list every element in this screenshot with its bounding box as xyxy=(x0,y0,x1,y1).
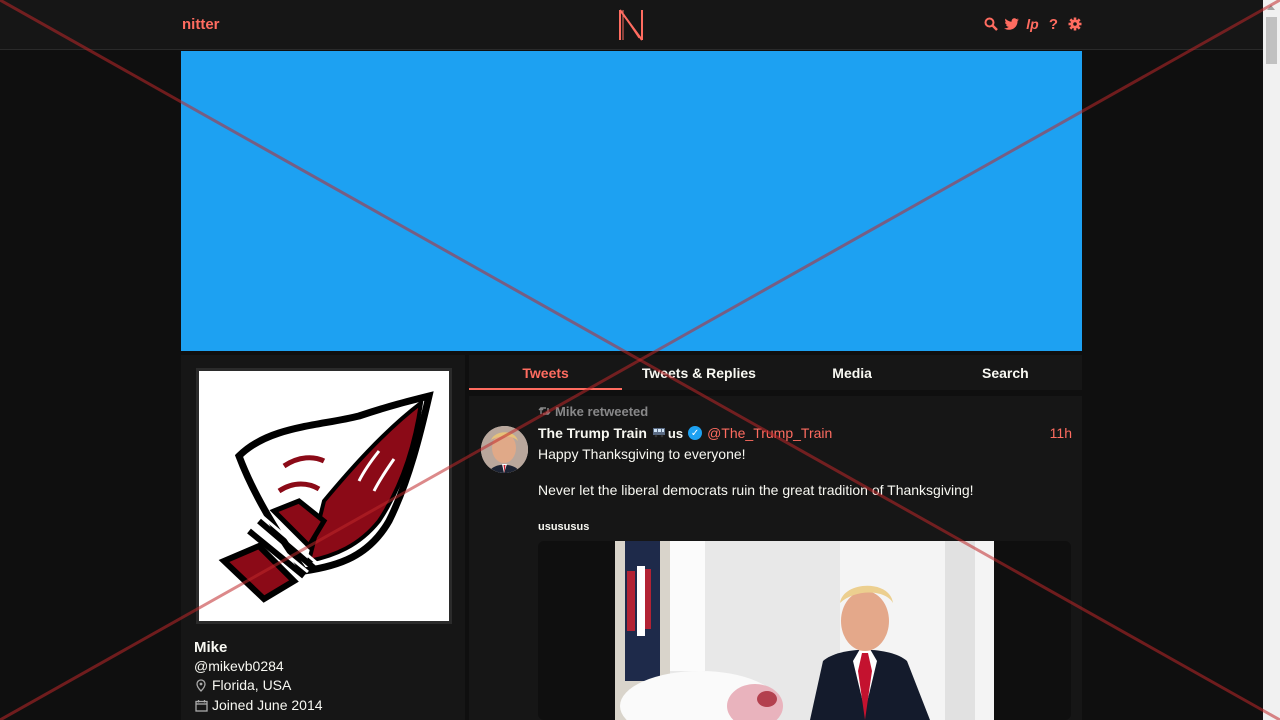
tweet-media[interactable] xyxy=(538,541,1071,720)
page-scrollbar[interactable] xyxy=(1263,0,1280,720)
scroll-up-arrow-icon[interactable] xyxy=(1267,5,1275,10)
tab-tweets-replies[interactable]: Tweets & Replies xyxy=(622,355,775,390)
quote-card-title: usususus xyxy=(538,521,590,533)
tweet-content: Happy Thanksgiving to everyone! Never le… xyxy=(538,445,1068,517)
joined-text: Joined June 2014 xyxy=(212,697,323,713)
timeline: Mike retweeted The Trump Train us ✓ @The… xyxy=(469,396,1082,720)
badge-text: us xyxy=(667,425,684,441)
search-icon[interactable] xyxy=(983,16,998,32)
retweet-label: Mike retweeted xyxy=(555,404,649,419)
timeline-tabs: Tweets Tweets & Replies Media Search xyxy=(469,355,1082,390)
tweet-avatar[interactable] xyxy=(481,426,528,473)
tab-search[interactable]: Search xyxy=(929,355,1082,390)
navbar: nitter lp ? xyxy=(0,0,1263,50)
verified-icon: ✓ xyxy=(688,426,703,440)
tweet-name-badges: us xyxy=(652,426,683,441)
help-icon[interactable]: ? xyxy=(1046,16,1061,33)
tab-media[interactable]: Media xyxy=(776,355,929,390)
tweet-text-line: Happy Thanksgiving to everyone! xyxy=(538,446,746,462)
tweet-header: The Trump Train us ✓ @The_Trump_Train 11… xyxy=(538,424,1072,442)
lp-icon[interactable]: lp xyxy=(1025,16,1040,32)
retweet-header: Mike retweeted xyxy=(538,404,648,419)
tweet-text-line: Never let the liberal democrats ruin the… xyxy=(538,482,974,499)
profile-avatar[interactable] xyxy=(196,368,452,624)
tweet-fullname[interactable]: The Trump Train xyxy=(538,425,647,441)
train-icon xyxy=(652,426,666,441)
settings-icon[interactable] xyxy=(1067,16,1082,32)
profile-joined: Joined June 2014 xyxy=(194,697,323,713)
tweet-username[interactable]: @The_Trump_Train xyxy=(707,425,832,441)
tweet-photo[interactable] xyxy=(615,541,994,720)
tab-tweets[interactable]: Tweets xyxy=(469,355,623,390)
tweet-date[interactable]: 11h xyxy=(1050,425,1072,441)
location-pin-icon xyxy=(194,678,208,692)
profile-name: Mike xyxy=(194,639,228,656)
profile-card: Mike @mikevb0284 Florida, USA Joined Jun… xyxy=(181,355,465,720)
nitter-home-link[interactable]: nitter xyxy=(182,16,220,33)
profile-handle[interactable]: @mikevb0284 xyxy=(194,658,284,674)
nav-icon-group: lp ? xyxy=(983,16,1082,33)
profile-location: Florida, USA xyxy=(194,677,291,693)
retweet-icon xyxy=(538,404,551,419)
spear-logo-icon xyxy=(218,391,434,603)
profile-banner[interactable] xyxy=(181,51,1082,351)
twitter-bird-icon[interactable] xyxy=(1004,16,1019,32)
location-text: Florida, USA xyxy=(212,677,292,693)
scrollbar-thumb[interactable] xyxy=(1266,17,1277,64)
calendar-icon xyxy=(194,698,208,712)
nitter-logo-icon[interactable] xyxy=(617,8,645,42)
